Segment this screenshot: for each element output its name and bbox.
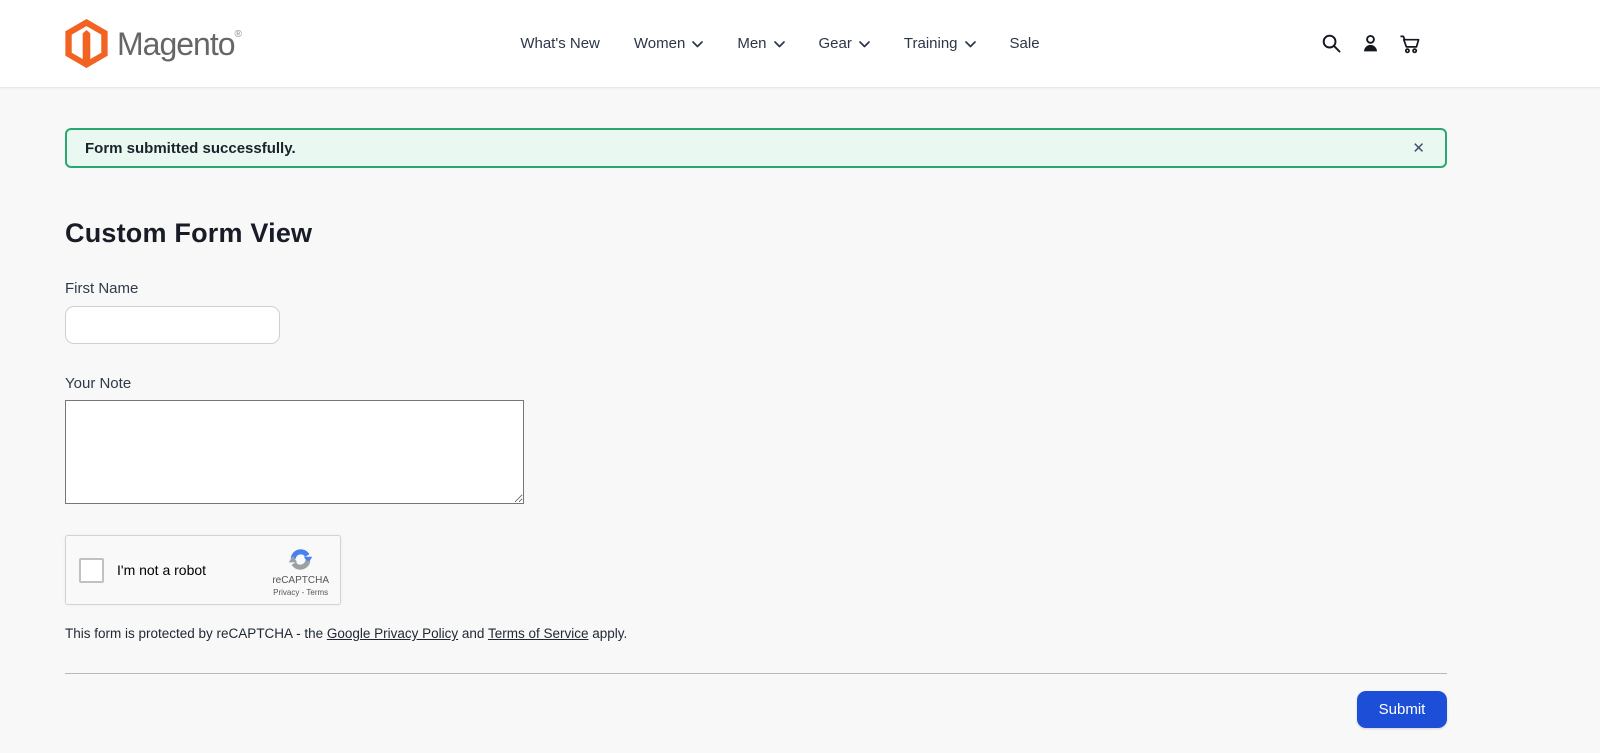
chevron-down-icon xyxy=(773,41,785,48)
submit-button[interactable]: Submit xyxy=(1357,691,1447,728)
registered-mark: ® xyxy=(234,28,242,40)
recaptcha-branding: reCAPTCHA Privacy - Terms xyxy=(272,542,329,598)
magento-logo[interactable]: Magento® xyxy=(65,19,242,68)
success-message: Form submitted successfully. xyxy=(85,139,296,157)
success-banner: Form submitted successfully. ✕ xyxy=(65,128,1447,168)
search-icon[interactable] xyxy=(1319,32,1343,56)
recaptcha-link-separator: - xyxy=(301,587,305,597)
divider xyxy=(65,673,1447,674)
nav-item-whats-new[interactable]: What's New xyxy=(518,29,602,58)
page-title: Custom Form View xyxy=(65,218,313,248)
disclaimer-suffix: apply. xyxy=(588,626,628,641)
form-actions: Submit xyxy=(65,691,1447,728)
google-privacy-policy-link[interactable]: Google Privacy Policy xyxy=(327,626,458,641)
recaptcha-widget: I'm not a robot reCAPTCHA Privacy - Term… xyxy=(65,535,341,605)
chevron-down-icon xyxy=(859,41,870,48)
recaptcha-label: I'm not a robot xyxy=(117,562,207,578)
magento-logo-icon xyxy=(65,19,108,68)
header-icon-group xyxy=(1319,32,1421,56)
page-content: Form submitted successfully. ✕ Custom Fo… xyxy=(65,128,1447,728)
site-header: Magento® What's New Women Men Gear Train… xyxy=(0,0,1600,88)
chevron-down-icon xyxy=(964,41,976,48)
nav-item-sale[interactable]: Sale xyxy=(1008,29,1042,58)
recaptcha-terms-link[interactable]: Terms xyxy=(306,588,328,597)
disclaimer-prefix: This form is protected by reCAPTCHA - th… xyxy=(65,626,327,641)
nav-label: Sale xyxy=(1009,35,1040,52)
nav-item-training[interactable]: Training xyxy=(902,29,978,58)
first-name-label: First Name xyxy=(65,280,139,297)
disclaimer-middle: and xyxy=(458,626,488,641)
nav-label: Women xyxy=(633,35,686,52)
recaptcha-disclaimer: This form is protected by reCAPTCHA - th… xyxy=(65,626,1447,641)
note-textarea[interactable] xyxy=(65,400,524,504)
close-icon[interactable]: ✕ xyxy=(1410,139,1427,158)
account-icon[interactable] xyxy=(1358,32,1382,56)
recaptcha-links: Privacy - Terms xyxy=(273,588,328,598)
recaptcha-brand-text: reCAPTCHA xyxy=(272,575,329,587)
recaptcha-logo-icon xyxy=(288,549,313,570)
header-inner: Magento® What's New Women Men Gear Train… xyxy=(65,19,1447,68)
nav-item-women[interactable]: Women xyxy=(632,29,705,58)
note-label: Your Note xyxy=(65,375,132,392)
cart-icon[interactable] xyxy=(1397,32,1421,56)
brand-name: Magento® xyxy=(117,25,242,62)
recaptcha-checkbox[interactable] xyxy=(79,557,104,583)
nav-label: Training xyxy=(903,35,958,52)
nav-label: Gear xyxy=(818,35,852,52)
nav-label: Men xyxy=(737,35,767,52)
chevron-down-icon xyxy=(692,41,704,48)
nav-label: What's New xyxy=(520,35,600,52)
recaptcha-privacy-link[interactable]: Privacy xyxy=(273,588,299,597)
recaptcha-left: I'm not a robot xyxy=(79,557,207,583)
terms-of-service-link[interactable]: Terms of Service xyxy=(488,626,589,641)
nav-item-men[interactable]: Men xyxy=(735,29,786,58)
nav-item-gear[interactable]: Gear xyxy=(817,29,872,58)
main-nav: What's New Women Men Gear Training Sale xyxy=(241,29,1319,58)
first-name-input[interactable] xyxy=(65,306,280,344)
